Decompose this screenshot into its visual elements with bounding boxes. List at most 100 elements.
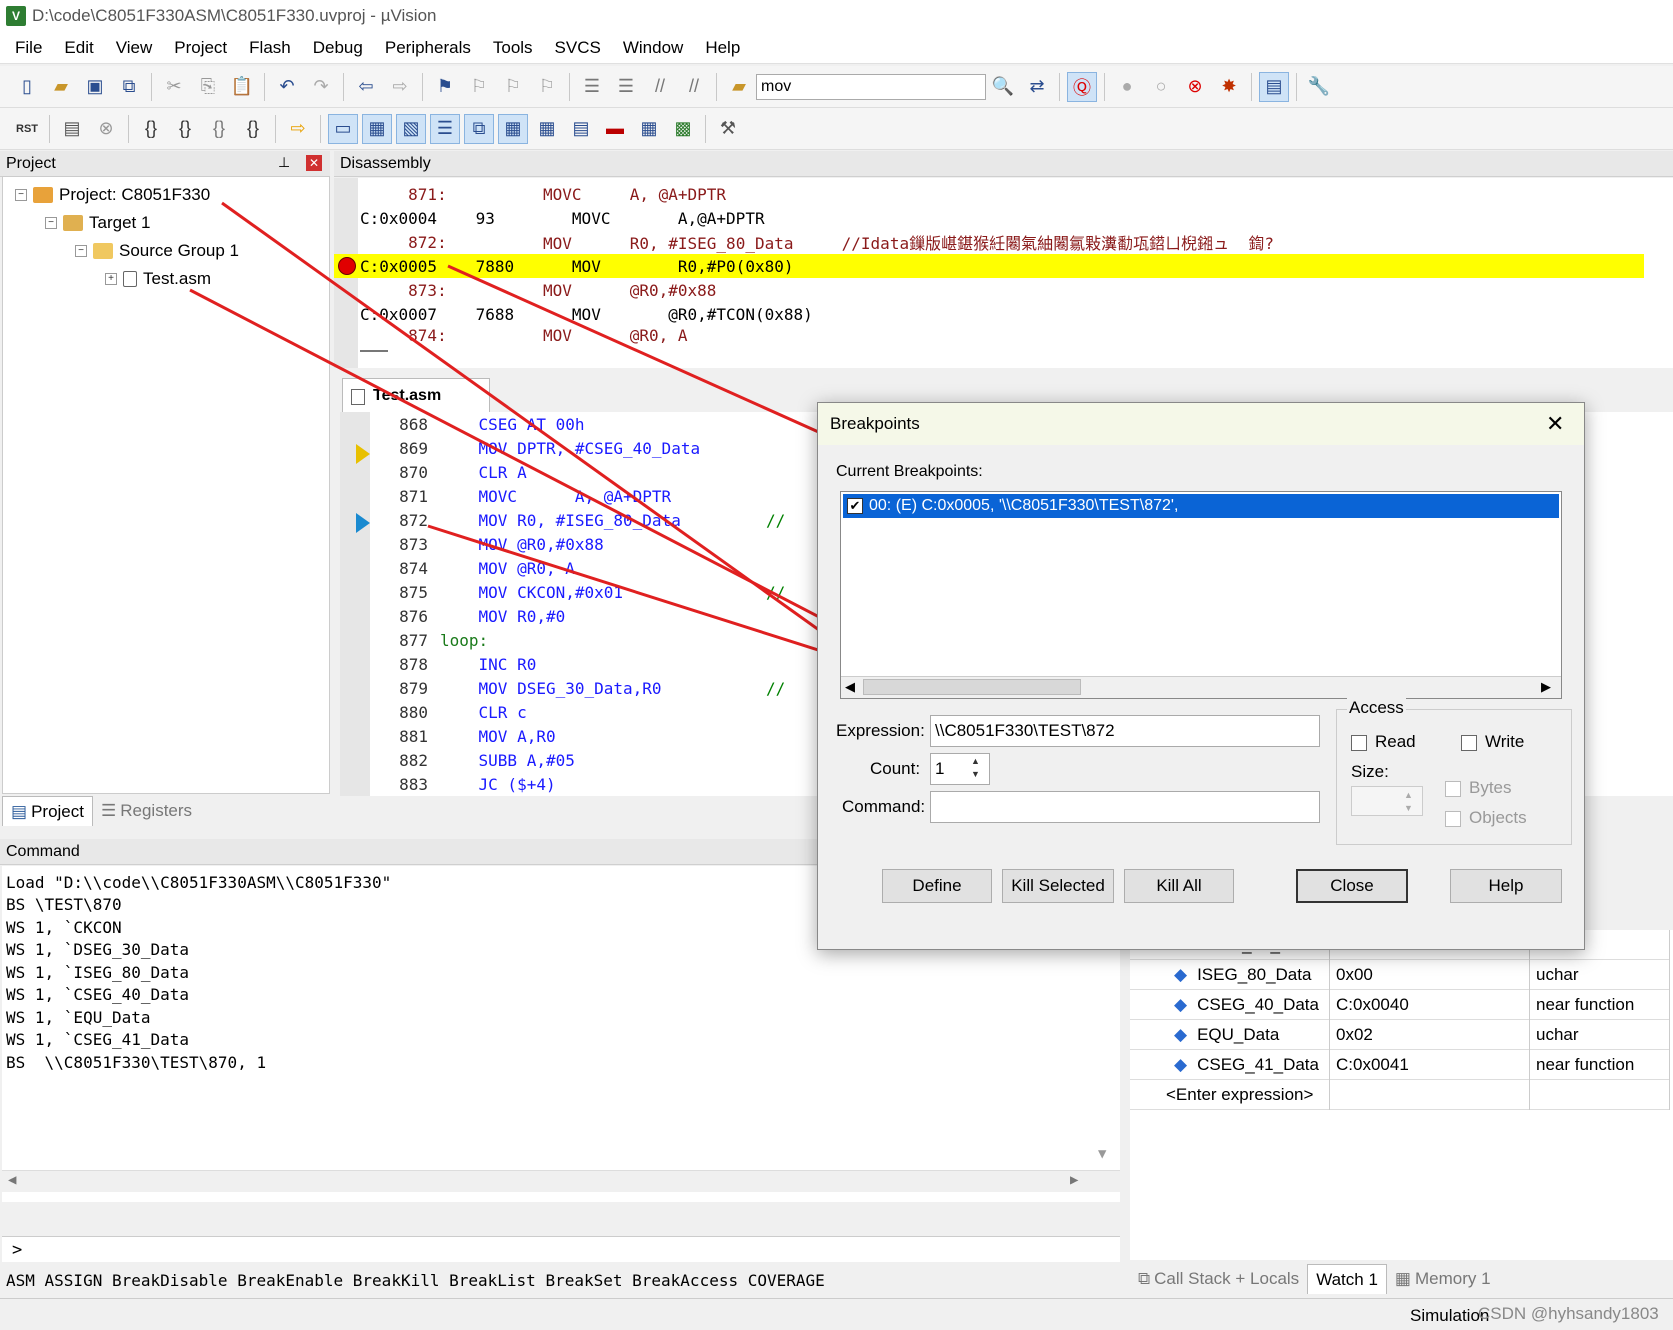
configure-icon[interactable]: 🔧 xyxy=(1304,72,1334,102)
tree-item-file[interactable]: + Test.asm xyxy=(105,269,211,289)
menu-debug[interactable]: Debug xyxy=(302,38,374,58)
unindent-icon[interactable]: ☰ xyxy=(611,72,641,102)
tab-watch-1[interactable]: Watch 1 xyxy=(1307,1264,1387,1294)
tab-project[interactable]: ▤ Project xyxy=(2,796,93,826)
stop-icon[interactable]: ⊗ xyxy=(91,114,121,144)
kill-all-breakpoints-icon[interactable]: ✸ xyxy=(1214,72,1244,102)
tab-call-stack[interactable]: ⧉ Call Stack + Locals xyxy=(1130,1264,1307,1294)
size-spinner[interactable]: ▲ ▼ xyxy=(1351,786,1423,816)
scroll-left-icon[interactable]: ◀ xyxy=(845,679,855,695)
registers-window-icon[interactable]: ☰ xyxy=(430,113,460,144)
system-viewer-icon[interactable]: ▩ xyxy=(668,114,698,144)
scroll-left-icon[interactable]: ◀ xyxy=(8,1172,16,1188)
step-into-icon[interactable]: {} xyxy=(136,114,166,144)
watch-row[interactable]: ◆ CSEG_41_Data C:0x0041 near function xyxy=(1130,1049,1670,1080)
horizontal-scrollbar[interactable]: ◀ ▶ xyxy=(2,1170,1120,1192)
count-spinner[interactable]: 1 ▲ ▼ xyxy=(930,753,990,785)
new-file-icon[interactable]: ▯ xyxy=(12,72,42,102)
watch-window-icon[interactable]: ▦ xyxy=(498,113,528,144)
expression-input[interactable]: \\C8051F330\TEST\872 xyxy=(930,715,1320,747)
reset-cpu-icon[interactable]: RST xyxy=(12,114,42,144)
run-icon[interactable]: ▤ xyxy=(57,114,87,144)
spinner-arrows-icon[interactable]: ▲ ▼ xyxy=(1404,789,1413,815)
nav-back-icon[interactable]: ⇦ xyxy=(351,72,381,102)
menu-svcs[interactable]: SVCS xyxy=(544,38,612,58)
close-button[interactable]: Close xyxy=(1296,869,1408,903)
define-button[interactable]: Define xyxy=(882,869,992,903)
comment-icon[interactable]: // xyxy=(645,72,675,102)
analysis-window-icon[interactable]: ▬ xyxy=(600,114,630,144)
list-hscrollbar[interactable]: ◀ ▶ xyxy=(841,676,1561,698)
menu-file[interactable]: File xyxy=(4,38,53,58)
close-icon[interactable]: ✕ xyxy=(1546,411,1564,437)
help-button[interactable]: Help xyxy=(1450,869,1562,903)
watch-row[interactable]: ◆ CSEG_40_Data C:0x0040 near function xyxy=(1130,989,1670,1020)
command-window-icon[interactable]: ▭ xyxy=(328,113,358,144)
read-checkbox[interactable]: Read xyxy=(1351,732,1416,752)
write-checkbox[interactable]: Write xyxy=(1461,732,1524,752)
symbols-window-icon[interactable]: ▧ xyxy=(396,113,426,144)
breakpoint-icon[interactable] xyxy=(338,257,356,275)
toolbox-icon[interactable]: ⚒ xyxy=(713,114,743,144)
indent-icon[interactable]: ☰ xyxy=(577,72,607,102)
tab-test-asm[interactable]: Test.asm xyxy=(342,378,490,412)
menu-peripherals[interactable]: Peripherals xyxy=(374,38,482,58)
horizontal-scroll-thumb[interactable] xyxy=(360,350,388,352)
paste-icon[interactable]: 📋 xyxy=(227,72,257,102)
clear-bookmarks-icon[interactable]: ⚐ xyxy=(532,72,562,102)
collapse-icon[interactable]: − xyxy=(75,245,87,257)
kill-selected-button[interactable]: Kill Selected xyxy=(1002,869,1114,903)
save-all-icon[interactable]: ⧉ xyxy=(114,72,144,102)
breakpoint-entry[interactable]: ✔ 00: (E) C:0x0005, '\\C8051F330\TEST\87… xyxy=(843,494,1559,518)
tree-item-target[interactable]: − Target 1 xyxy=(45,213,150,233)
tree-item-source-group[interactable]: − Source Group 1 xyxy=(75,241,239,261)
tree-item-project[interactable]: − Project: C8051F330 xyxy=(15,185,210,205)
step-over-icon[interactable]: {} xyxy=(170,114,200,144)
trace-window-icon[interactable]: ▦ xyxy=(634,114,664,144)
redo-icon[interactable]: ↷ xyxy=(306,72,336,102)
bytes-checkbox[interactable]: Bytes xyxy=(1445,778,1512,798)
list-scroll-thumb[interactable] xyxy=(863,679,1081,695)
checkbox-checked-icon[interactable]: ✔ xyxy=(847,498,863,514)
menu-view[interactable]: View xyxy=(105,38,164,58)
expand-icon[interactable]: + xyxy=(105,273,117,285)
command-field[interactable] xyxy=(930,791,1320,823)
insert-breakpoint-icon[interactable]: ● xyxy=(1112,72,1142,102)
disable-all-breakpoints-icon[interactable]: ⊗ xyxy=(1180,72,1210,102)
command-input[interactable]: > xyxy=(2,1236,1120,1262)
debug-session-icon[interactable]: Ⓠ xyxy=(1067,71,1097,102)
bookmark-icon[interactable]: ⚑ xyxy=(430,72,460,102)
scroll-right-icon[interactable]: ▶ xyxy=(1541,679,1551,695)
disassembly-window-icon[interactable]: ▦ xyxy=(362,113,392,144)
find-combo[interactable]: mov xyxy=(756,73,986,100)
scroll-right-icon[interactable]: ▶ xyxy=(1070,1172,1078,1188)
menu-tools[interactable]: Tools xyxy=(482,38,544,58)
tab-registers[interactable]: ☰ Registers xyxy=(93,796,200,826)
next-bookmark-icon[interactable]: ⚐ xyxy=(498,72,528,102)
menu-edit[interactable]: Edit xyxy=(53,38,104,58)
call-stack-icon[interactable]: ⧉ xyxy=(464,113,494,144)
disassembly-window[interactable]: 871: MOVC A, @A+DPTR C:0x0004 93 MOVC A,… xyxy=(334,178,1673,368)
spinner-arrows-icon[interactable]: ▲ ▼ xyxy=(971,755,980,781)
menu-help[interactable]: Help xyxy=(694,38,751,58)
step-out-icon[interactable]: {} xyxy=(204,114,234,144)
enable-breakpoint-icon[interactable]: ○ xyxy=(1146,72,1176,102)
close-panel-icon[interactable]: ✕ xyxy=(306,155,322,171)
nav-forward-icon[interactable]: ⇨ xyxy=(385,72,415,102)
watch-enter-expression[interactable]: <Enter expression> xyxy=(1130,1079,1670,1110)
serial-window-icon[interactable]: ▤ xyxy=(566,114,596,144)
objects-checkbox[interactable]: Objects xyxy=(1445,808,1527,828)
incremental-find-icon[interactable]: ⇄ xyxy=(1022,72,1052,102)
save-icon[interactable]: ▣ xyxy=(80,72,110,102)
menu-window[interactable]: Window xyxy=(612,38,694,58)
show-next-statement-icon[interactable]: ⇨ xyxy=(283,114,313,144)
window-layout-icon[interactable]: ▤ xyxy=(1259,71,1289,102)
prev-bookmark-icon[interactable]: ⚐ xyxy=(464,72,494,102)
watch-row[interactable]: ◆ ISEG_80_Data 0x00 uchar xyxy=(1130,959,1670,990)
find-icon[interactable]: 🔍 xyxy=(988,72,1018,102)
watch-row[interactable]: ◆ EQU_Data 0x02 uchar xyxy=(1130,1019,1670,1050)
scroll-down-icon[interactable]: ▼ xyxy=(1098,1146,1106,1162)
breakpoint-list[interactable]: ✔ 00: (E) C:0x0005, '\\C8051F330\TEST\87… xyxy=(840,491,1562,699)
open-folder-icon[interactable]: ▰ xyxy=(46,72,76,102)
kill-all-button[interactable]: Kill All xyxy=(1124,869,1234,903)
